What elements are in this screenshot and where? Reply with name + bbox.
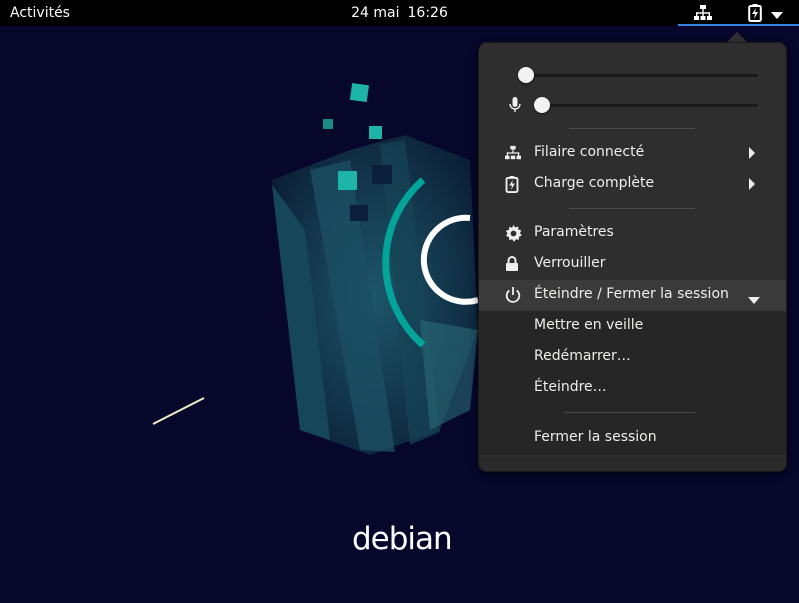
- separator: [569, 208, 695, 209]
- power-status-item[interactable]: Charge complète: [479, 169, 786, 200]
- battery-charging-icon: [748, 4, 762, 26]
- chevron-right-icon: [748, 178, 756, 194]
- settings-label: Paramètres: [534, 224, 614, 240]
- date-label: 24 mai: [351, 5, 400, 21]
- log-out-label: Fermer la session: [534, 429, 657, 445]
- volume-slider-track: [527, 74, 758, 77]
- volume-slider-knob[interactable]: [518, 67, 534, 83]
- lock-label: Verrouiller: [534, 255, 606, 271]
- network-wired-icon: [505, 145, 523, 163]
- time-label: 16:26: [407, 5, 448, 21]
- restart-label: Redémarrer…: [534, 348, 631, 364]
- network-wired-icon: [694, 4, 712, 26]
- power-off-label: Éteindre…: [534, 379, 607, 395]
- top-bar: Activités 24 mai 16:26: [0, 0, 799, 26]
- shutdown-group-label: Éteindre / Fermer la session: [534, 286, 729, 302]
- volume-slider[interactable]: [479, 62, 786, 88]
- microphone-icon: [509, 97, 521, 117]
- system-menu-button[interactable]: [678, 0, 799, 26]
- shutdown-submenu: Mettre en veille Redémarrer… Éteindre… F…: [479, 311, 786, 455]
- lock-icon: [505, 256, 523, 274]
- lock-item[interactable]: Verrouiller: [479, 249, 786, 280]
- log-out-item[interactable]: Fermer la session: [479, 423, 786, 454]
- menu-footer: [479, 457, 786, 471]
- power-icon: [505, 287, 523, 305]
- battery-charging-icon: [505, 176, 523, 194]
- caret-down-icon: [771, 8, 783, 24]
- microphone-slider-track: [536, 104, 758, 107]
- separator: [565, 412, 695, 413]
- power-off-item[interactable]: Éteindre…: [479, 373, 786, 404]
- restart-item[interactable]: Redémarrer…: [479, 342, 786, 373]
- network-label: Filaire connecté: [534, 144, 645, 160]
- clock-button[interactable]: 24 mai 16:26: [351, 5, 448, 21]
- microphone-slider-knob[interactable]: [534, 97, 550, 113]
- separator: [569, 128, 695, 129]
- power-status-label: Charge complète: [534, 175, 655, 191]
- shutdown-group-item[interactable]: Éteindre / Fermer la session: [479, 280, 786, 311]
- system-menu: Filaire connecté Charge complète Paramèt…: [478, 42, 787, 472]
- chevron-right-icon: [748, 147, 756, 163]
- microphone-slider[interactable]: [479, 92, 786, 118]
- suspend-item[interactable]: Mettre en veille: [479, 311, 786, 342]
- gear-icon: [505, 225, 523, 243]
- chevron-down-icon: [748, 292, 760, 308]
- debian-logo: debian: [352, 521, 453, 557]
- activities-button[interactable]: Activités: [10, 5, 70, 21]
- suspend-label: Mettre en veille: [534, 317, 644, 333]
- settings-item[interactable]: Paramètres: [479, 218, 786, 249]
- network-item[interactable]: Filaire connecté: [479, 138, 786, 169]
